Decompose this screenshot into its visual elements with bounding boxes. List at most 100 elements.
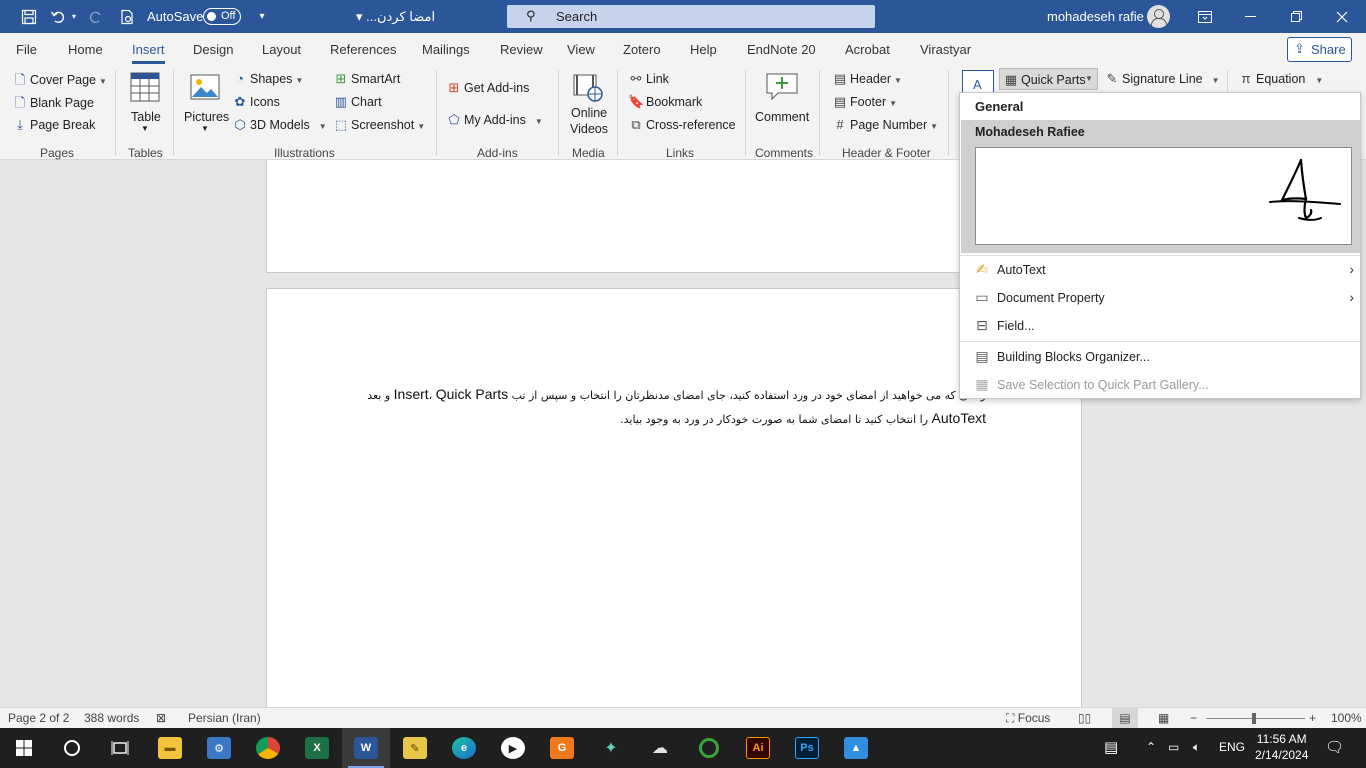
- network-icon[interactable]: ▭: [1168, 740, 1179, 754]
- save-icon[interactable]: [18, 0, 40, 33]
- equation-button[interactable]: π Equation ▼: [1238, 71, 1324, 86]
- tab-review[interactable]: Review: [500, 42, 543, 57]
- pdf-app[interactable]: G: [538, 728, 586, 768]
- tab-file[interactable]: File: [16, 42, 37, 57]
- cover-page-button[interactable]: 🗋 Cover Page ▼: [12, 71, 107, 93]
- 3d-models-button[interactable]: ⬡ 3D Models ▼: [232, 117, 326, 133]
- autotext-menu-item[interactable]: ✍ AutoText ›: [960, 256, 1360, 284]
- read-mode-icon[interactable]: ▯▯: [1078, 711, 1091, 725]
- avatar[interactable]: [1147, 5, 1170, 28]
- document-title[interactable]: امضا کردن... ▾: [356, 9, 435, 25]
- ribbon-display-icon[interactable]: [1195, 0, 1215, 33]
- bird-app[interactable]: ☁: [636, 728, 684, 768]
- control-panel-app[interactable]: ⚙: [195, 728, 243, 768]
- undo-dropdown-icon[interactable]: ▾: [69, 0, 79, 33]
- green-app[interactable]: ✦: [587, 728, 635, 768]
- zoom-slider-thumb[interactable]: [1252, 713, 1256, 724]
- close-icon[interactable]: [1332, 0, 1352, 33]
- cross-reference-button[interactable]: ⧉ Cross-reference: [628, 117, 735, 133]
- word-app[interactable]: W: [342, 728, 390, 768]
- page-count[interactable]: Page 2 of 2: [8, 711, 69, 725]
- photoshop-app[interactable]: Ps: [783, 728, 831, 768]
- customize-toolbar-icon[interactable]: ▾: [255, 0, 269, 33]
- system-clock[interactable]: 11:56 AM 2/14/2024: [1255, 731, 1308, 763]
- header-button[interactable]: ▤ Header ▼: [832, 71, 902, 87]
- tab-home[interactable]: Home: [68, 42, 103, 57]
- zoom-out-icon[interactable]: −: [1190, 711, 1197, 725]
- excel-app[interactable]: X: [293, 728, 341, 768]
- tab-help[interactable]: Help: [690, 42, 717, 57]
- restore-icon[interactable]: [1286, 0, 1306, 33]
- field-menu-item[interactable]: ⊟ Field...: [960, 312, 1360, 340]
- notification-icon[interactable]: 🗨︎: [1325, 738, 1344, 756]
- building-blocks-organizer-menu-item[interactable]: ▤ Building Blocks Organizer...: [960, 343, 1360, 371]
- zoom-in-icon[interactable]: +: [1309, 711, 1316, 725]
- print-preview-icon[interactable]: [117, 0, 137, 33]
- illustrator-app[interactable]: Ai: [734, 728, 782, 768]
- undo-icon[interactable]: [48, 0, 68, 33]
- chart-button[interactable]: ▥ Chart: [333, 94, 382, 110]
- proofing-icon[interactable]: ⊠: [156, 711, 166, 725]
- bookmark-button[interactable]: 🔖 Bookmark: [628, 94, 702, 110]
- news-icon[interactable]: ▤: [1104, 738, 1118, 756]
- search-box[interactable]: ⚲ Search: [507, 5, 875, 28]
- document-property-menu-item[interactable]: ▭ Document Property ›: [960, 284, 1360, 312]
- tab-design[interactable]: Design: [193, 42, 233, 57]
- web-layout-icon[interactable]: ▦: [1158, 711, 1169, 725]
- tab-layout[interactable]: Layout: [262, 42, 301, 57]
- tab-references[interactable]: References: [330, 42, 396, 57]
- shapes-button[interactable]: ◔ Shapes ▼: [232, 71, 303, 86]
- page-number-button[interactable]: # Page Number ▼: [832, 117, 938, 132]
- tab-virastyar[interactable]: Virastyar: [920, 42, 971, 57]
- paragraph-line-1[interactable]: زمانی که می خواهید از امضای خود در ورد ا…: [367, 386, 986, 402]
- smartart-button[interactable]: ⊞ SmartArt: [333, 71, 401, 87]
- photos-app[interactable]: ▲: [832, 728, 880, 768]
- get-addins-button[interactable]: ⊞ Get Add-ins: [446, 80, 530, 96]
- page-break-button[interactable]: ⤓ Page Break: [12, 117, 95, 133]
- search-taskbar-button[interactable]: [48, 728, 96, 768]
- input-language[interactable]: ENG: [1219, 740, 1245, 754]
- word-count[interactable]: 388 words: [84, 711, 139, 725]
- pictures-button[interactable]: Pictures ▼: [183, 70, 229, 140]
- edge-app[interactable]: e: [440, 728, 488, 768]
- signature-line-button[interactable]: ✎ Signature Line ▼: [1104, 71, 1220, 87]
- screenshot-button[interactable]: ⬚ Screenshot ▼: [333, 117, 425, 133]
- file-explorer-app[interactable]: ▬: [146, 728, 194, 768]
- language-status[interactable]: Persian (Iran): [188, 711, 261, 725]
- tab-acrobat[interactable]: Acrobat: [845, 42, 890, 57]
- chevron-up-icon[interactable]: ⌃: [1146, 740, 1156, 754]
- link-button[interactable]: ⚯ Link: [628, 71, 669, 87]
- autosave-toggle[interactable]: Off: [203, 8, 241, 25]
- share-button[interactable]: ⇪ Share: [1287, 37, 1352, 62]
- tab-zotero[interactable]: Zotero: [623, 42, 661, 57]
- blank-page-button[interactable]: 🗋 Blank Page: [12, 94, 94, 116]
- save-selection-menu-item[interactable]: ▦ Save Selection to Quick Part Gallery..…: [960, 371, 1360, 399]
- table-button[interactable]: Table ▼: [125, 70, 165, 140]
- tab-endnote[interactable]: EndNote 20: [747, 42, 816, 57]
- circle-app[interactable]: [685, 728, 733, 768]
- paragraph-line-2[interactable]: AutoText را انتخاب کنید تا امضای شما به …: [620, 410, 986, 426]
- sticky-app[interactable]: ✎: [391, 728, 439, 768]
- my-addins-button[interactable]: ⬠ My Add-ins ▼: [446, 112, 542, 128]
- media-player-app[interactable]: ▶: [489, 728, 537, 768]
- print-layout-icon[interactable]: ▤: [1112, 708, 1138, 728]
- chrome-app[interactable]: [244, 728, 292, 768]
- tab-mailings[interactable]: Mailings: [422, 42, 470, 57]
- footer-button[interactable]: ▤ Footer ▼: [832, 94, 897, 110]
- zoom-level[interactable]: 100%: [1331, 711, 1362, 725]
- tab-insert[interactable]: Insert: [132, 42, 165, 64]
- quick-parts-button[interactable]: ▦ Quick Parts ▼: [999, 68, 1098, 90]
- user-name[interactable]: mohadeseh rafie: [1047, 9, 1144, 24]
- redo-icon[interactable]: [86, 0, 106, 33]
- volume-icon[interactable]: 🔈︎: [1193, 740, 1200, 755]
- tab-view[interactable]: View: [567, 42, 595, 57]
- start-button[interactable]: [0, 728, 48, 768]
- minimize-icon[interactable]: [1240, 0, 1260, 33]
- icons-button[interactable]: ✿ Icons: [232, 94, 280, 110]
- focus-button[interactable]: ⛶ Focus: [1006, 711, 1050, 726]
- quick-part-gallery-item[interactable]: Mohadeseh Rafiee: [961, 120, 1360, 253]
- online-videos-button[interactable]: Online Videos: [567, 70, 609, 142]
- signature-preview[interactable]: [975, 147, 1352, 245]
- comment-button[interactable]: Comment: [754, 70, 810, 140]
- task-view-button[interactable]: [96, 728, 144, 768]
